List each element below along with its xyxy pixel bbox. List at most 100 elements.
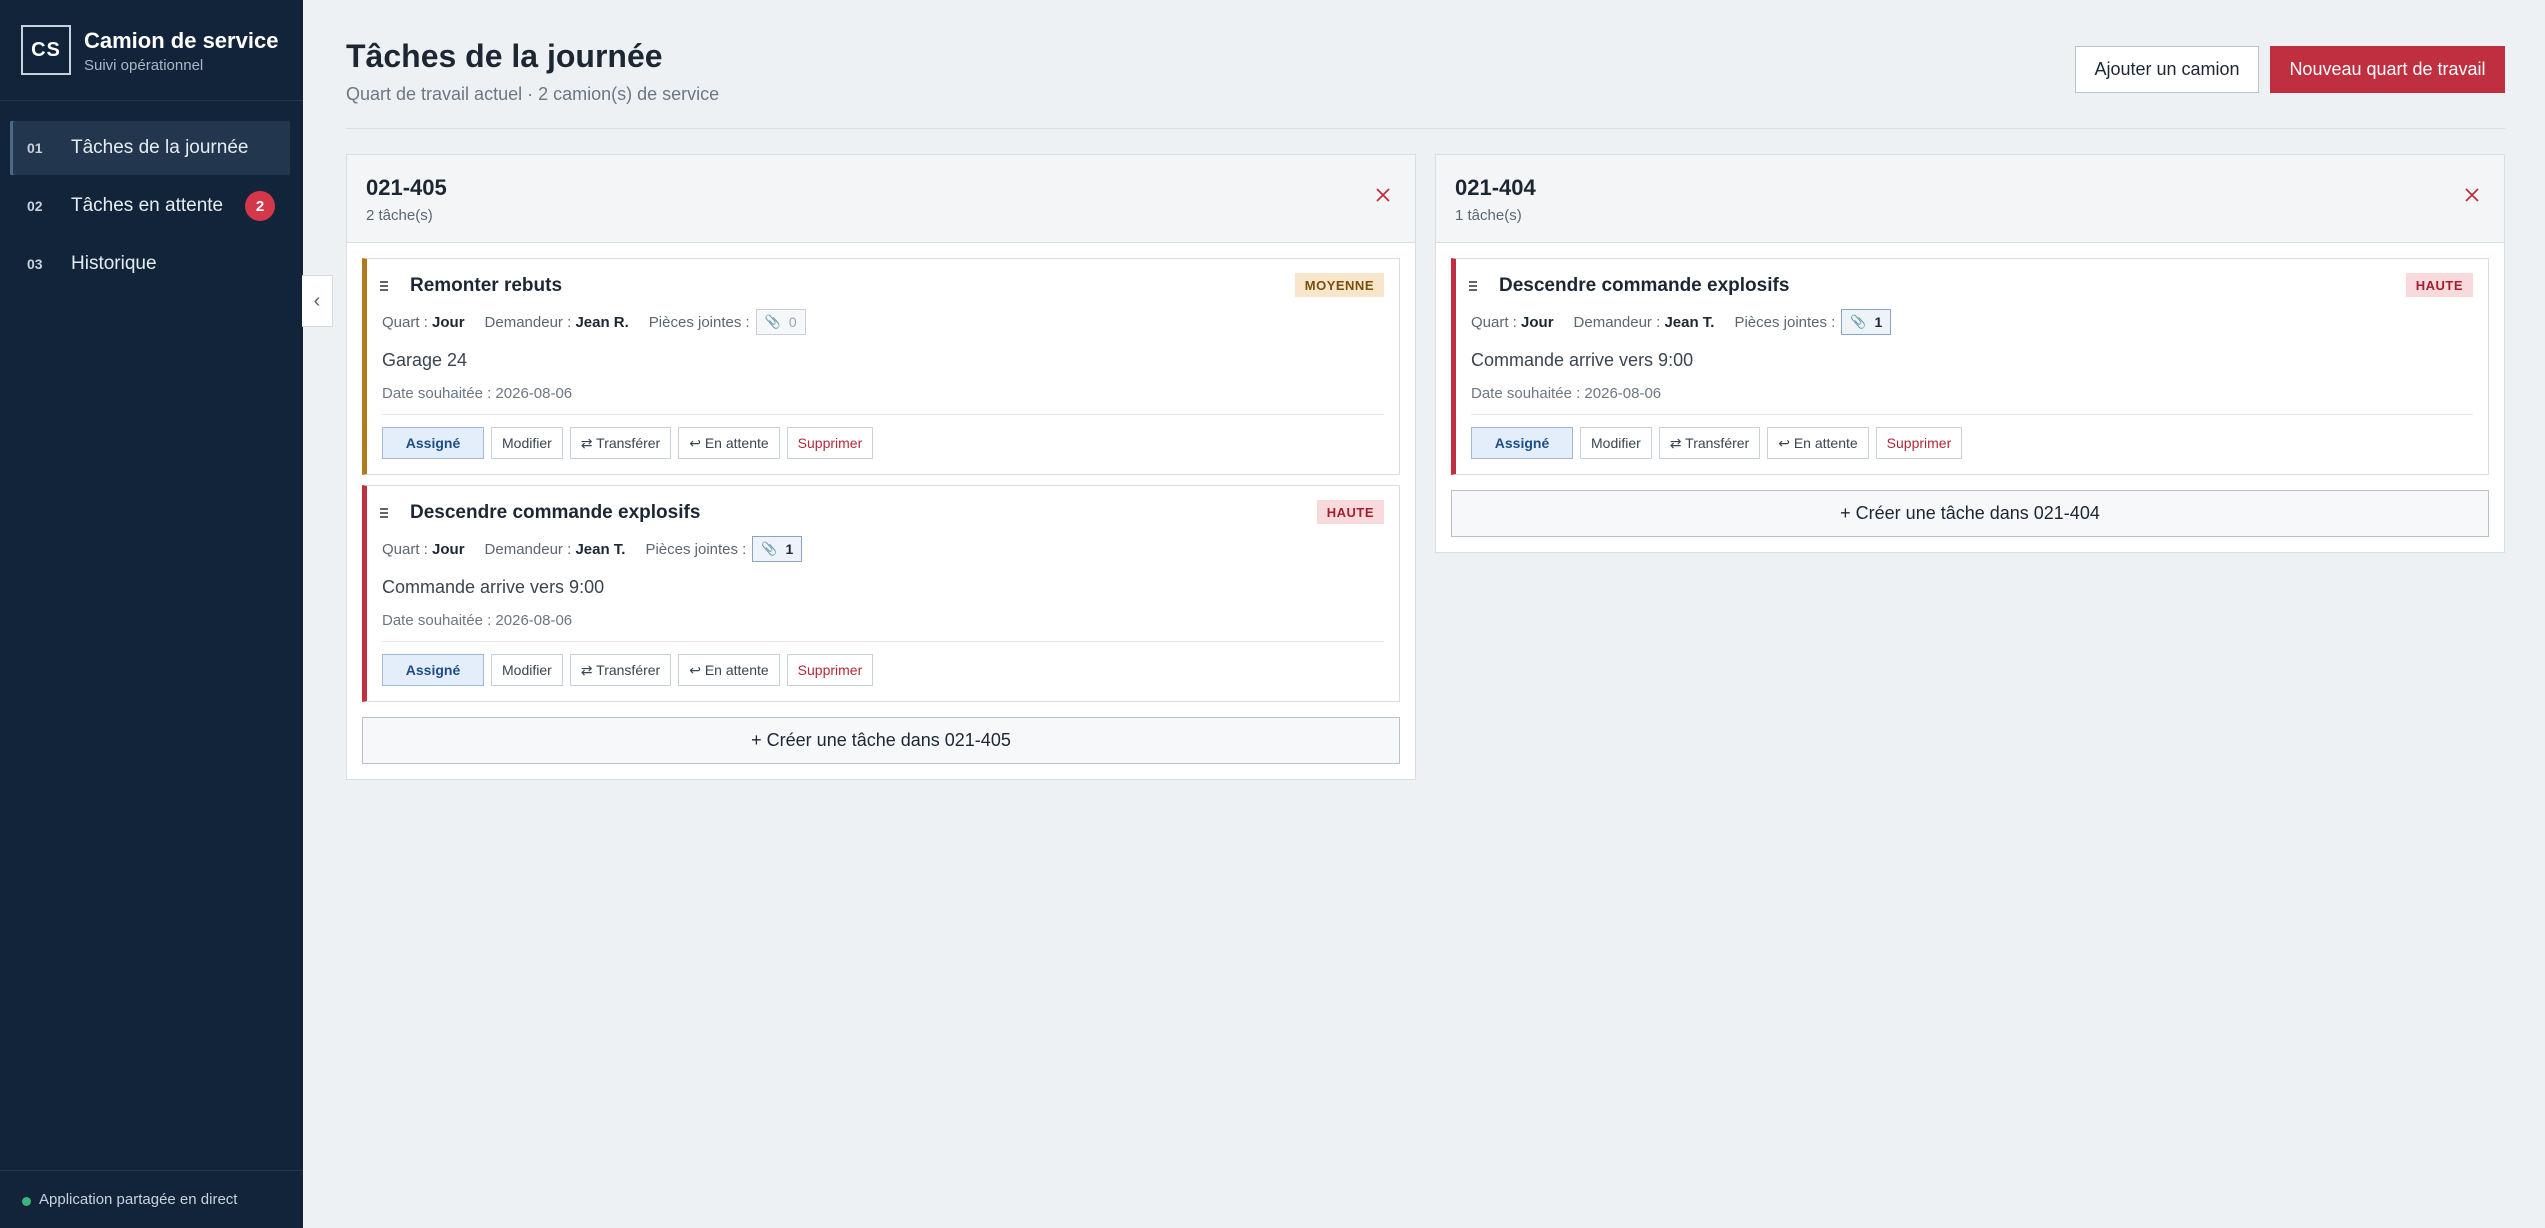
priority-badge: HAUTE — [1316, 500, 1384, 524]
delete-button[interactable]: Supprimer — [786, 427, 874, 459]
priority-badge: MOYENNE — [1294, 273, 1384, 297]
drag-handle-icon[interactable] — [380, 508, 390, 522]
task-date: Date souhaitée : 2026-08-06 — [382, 612, 573, 629]
truck-id: 021-404 — [1455, 175, 1536, 200]
drag-handle-icon[interactable] — [380, 281, 390, 295]
paperclip-icon: 📎 — [764, 314, 781, 329]
task-count: 1 tâche(s) — [1455, 207, 1522, 224]
quart-value: Jour — [432, 313, 465, 331]
attachments-button[interactable]: 📎 1 — [1841, 309, 1892, 335]
card-divider — [382, 414, 1384, 415]
app-title: Camion de service — [84, 28, 279, 53]
add-truck-button[interactable]: Ajouter un camion — [2075, 46, 2259, 93]
app-logo: CS — [21, 25, 71, 75]
nav-item-taches-journee[interactable]: 01 Tâches de la journée — [10, 121, 290, 175]
attachments-button[interactable]: 📎 0 — [755, 309, 806, 335]
nav-number: 03 — [27, 256, 43, 272]
task-card[interactable]: Descendre commande explosifs HAUTE Quart… — [362, 485, 1400, 702]
page-subtitle: Quart de travail actuel · 2 camion(s) de… — [346, 84, 720, 104]
attachments-count: 0 — [788, 314, 797, 330]
set-pending-button[interactable]: ↩ En attente — [1767, 427, 1869, 459]
demandeur-label: Demandeur : — [484, 540, 572, 558]
task-actions: Assigné Modifier ⇄ Transférer ↩ En atten… — [1471, 427, 1969, 459]
attachments-count: 1 — [1874, 314, 1883, 330]
task-actions: Assigné Modifier ⇄ Transférer ↩ En atten… — [382, 654, 880, 686]
attachments-label: Pièces jointes : — [648, 313, 750, 331]
nav-label: Tâches en attente — [71, 195, 224, 216]
quart-value: Jour — [1521, 313, 1554, 331]
new-shift-button[interactable]: Nouveau quart de travail — [2270, 46, 2505, 93]
task-description: Commande arrive vers 9:00 — [1471, 350, 1694, 370]
nav-label: Historique — [71, 253, 157, 274]
close-icon — [2465, 188, 2479, 202]
delete-button[interactable]: Supprimer — [1875, 427, 1963, 459]
edit-button[interactable]: Modifier — [491, 427, 563, 459]
task-count: 2 tâche(s) — [366, 207, 433, 224]
truck-column-header: 021-405 2 tâche(s) — [347, 155, 1415, 243]
nav-number: 01 — [27, 140, 43, 156]
paperclip-icon: 📎 — [761, 541, 778, 556]
task-date: Date souhaitée : 2026-08-06 — [1471, 385, 1662, 402]
task-date: Date souhaitée : 2026-08-06 — [382, 385, 573, 402]
live-status-text: Application partagée en direct — [39, 1191, 238, 1208]
nav-label: Tâches de la journée — [71, 137, 249, 158]
delete-button[interactable]: Supprimer — [786, 654, 874, 686]
attachments-count: 1 — [785, 541, 794, 557]
pending-count-badge: 2 — [245, 191, 275, 221]
task-meta: Quart : Jour Demandeur : Jean T. Pièces … — [382, 536, 803, 562]
transfer-button[interactable]: ⇄ Transférer — [569, 427, 672, 459]
quart-label: Quart : — [382, 313, 428, 331]
drag-handle-icon[interactable] — [1469, 281, 1479, 295]
task-card[interactable]: Remonter rebuts MOYENNE Quart : Jour Dem… — [362, 258, 1400, 475]
task-description: Commande arrive vers 9:00 — [382, 577, 605, 597]
create-task-button[interactable]: + Créer une tâche dans 021-404 — [1451, 490, 2489, 537]
collapse-sidebar-button[interactable]: ‹ — [302, 275, 333, 327]
nav-item-taches-attente[interactable]: 02 Tâches en attente 2 — [10, 179, 290, 233]
task-actions: Assigné Modifier ⇄ Transférer ↩ En atten… — [382, 427, 880, 459]
task-card[interactable]: Descendre commande explosifs HAUTE Quart… — [1451, 258, 2489, 475]
attachments-button[interactable]: 📎 1 — [752, 536, 803, 562]
task-description: Garage 24 — [382, 350, 468, 370]
create-task-button[interactable]: + Créer une tâche dans 021-405 — [362, 717, 1400, 764]
nav-number: 02 — [27, 198, 43, 214]
card-divider — [382, 641, 1384, 642]
sidebar-footer: Application partagée en direct — [0, 1170, 303, 1228]
remove-truck-button[interactable] — [1371, 183, 1395, 207]
task-title: Descendre commande explosifs — [1499, 275, 1790, 296]
page-title: Tâches de la journée — [346, 38, 663, 74]
truck-column: 021-404 1 tâche(s) Descendre commande ex… — [1435, 154, 2505, 553]
attachments-label: Pièces jointes : — [1734, 313, 1836, 331]
close-icon — [1376, 188, 1390, 202]
task-meta: Quart : Jour Demandeur : Jean R. Pièces … — [382, 309, 806, 335]
brand: CS Camion de service Suivi opérationnel — [0, 0, 303, 101]
assigned-button[interactable]: Assigné — [382, 654, 484, 686]
attachments-label: Pièces jointes : — [645, 540, 747, 558]
quart-value: Jour — [432, 540, 465, 558]
quart-label: Quart : — [382, 540, 428, 558]
remove-truck-button[interactable] — [2460, 183, 2484, 207]
nav-item-historique[interactable]: 03 Historique — [10, 237, 290, 291]
live-status-dot-icon — [22, 1197, 31, 1206]
set-pending-button[interactable]: ↩ En attente — [678, 654, 780, 686]
chevron-left-icon: ‹ — [313, 289, 321, 312]
priority-badge: HAUTE — [2405, 273, 2473, 297]
app-subtitle: Suivi opérationnel — [84, 57, 204, 74]
demandeur-label: Demandeur : — [1573, 313, 1661, 331]
demandeur-value: Jean T. — [1664, 313, 1715, 331]
task-meta: Quart : Jour Demandeur : Jean T. Pièces … — [1471, 309, 1892, 335]
assigned-button[interactable]: Assigné — [1471, 427, 1573, 459]
set-pending-button[interactable]: ↩ En attente — [678, 427, 780, 459]
edit-button[interactable]: Modifier — [1580, 427, 1652, 459]
task-title: Descendre commande explosifs — [410, 502, 701, 523]
paperclip-icon: 📎 — [1850, 314, 1867, 329]
quart-label: Quart : — [1471, 313, 1517, 331]
edit-button[interactable]: Modifier — [491, 654, 563, 686]
transfer-button[interactable]: ⇄ Transférer — [1658, 427, 1761, 459]
truck-id: 021-405 — [366, 175, 447, 200]
truck-column: 021-405 2 tâche(s) Remonter rebuts MOYEN… — [346, 154, 1416, 780]
demandeur-value: Jean T. — [575, 540, 626, 558]
transfer-button[interactable]: ⇄ Transférer — [569, 654, 672, 686]
demandeur-label: Demandeur : — [484, 313, 572, 331]
sidebar: CS Camion de service Suivi opérationnel … — [0, 0, 303, 1228]
assigned-button[interactable]: Assigné — [382, 427, 484, 459]
